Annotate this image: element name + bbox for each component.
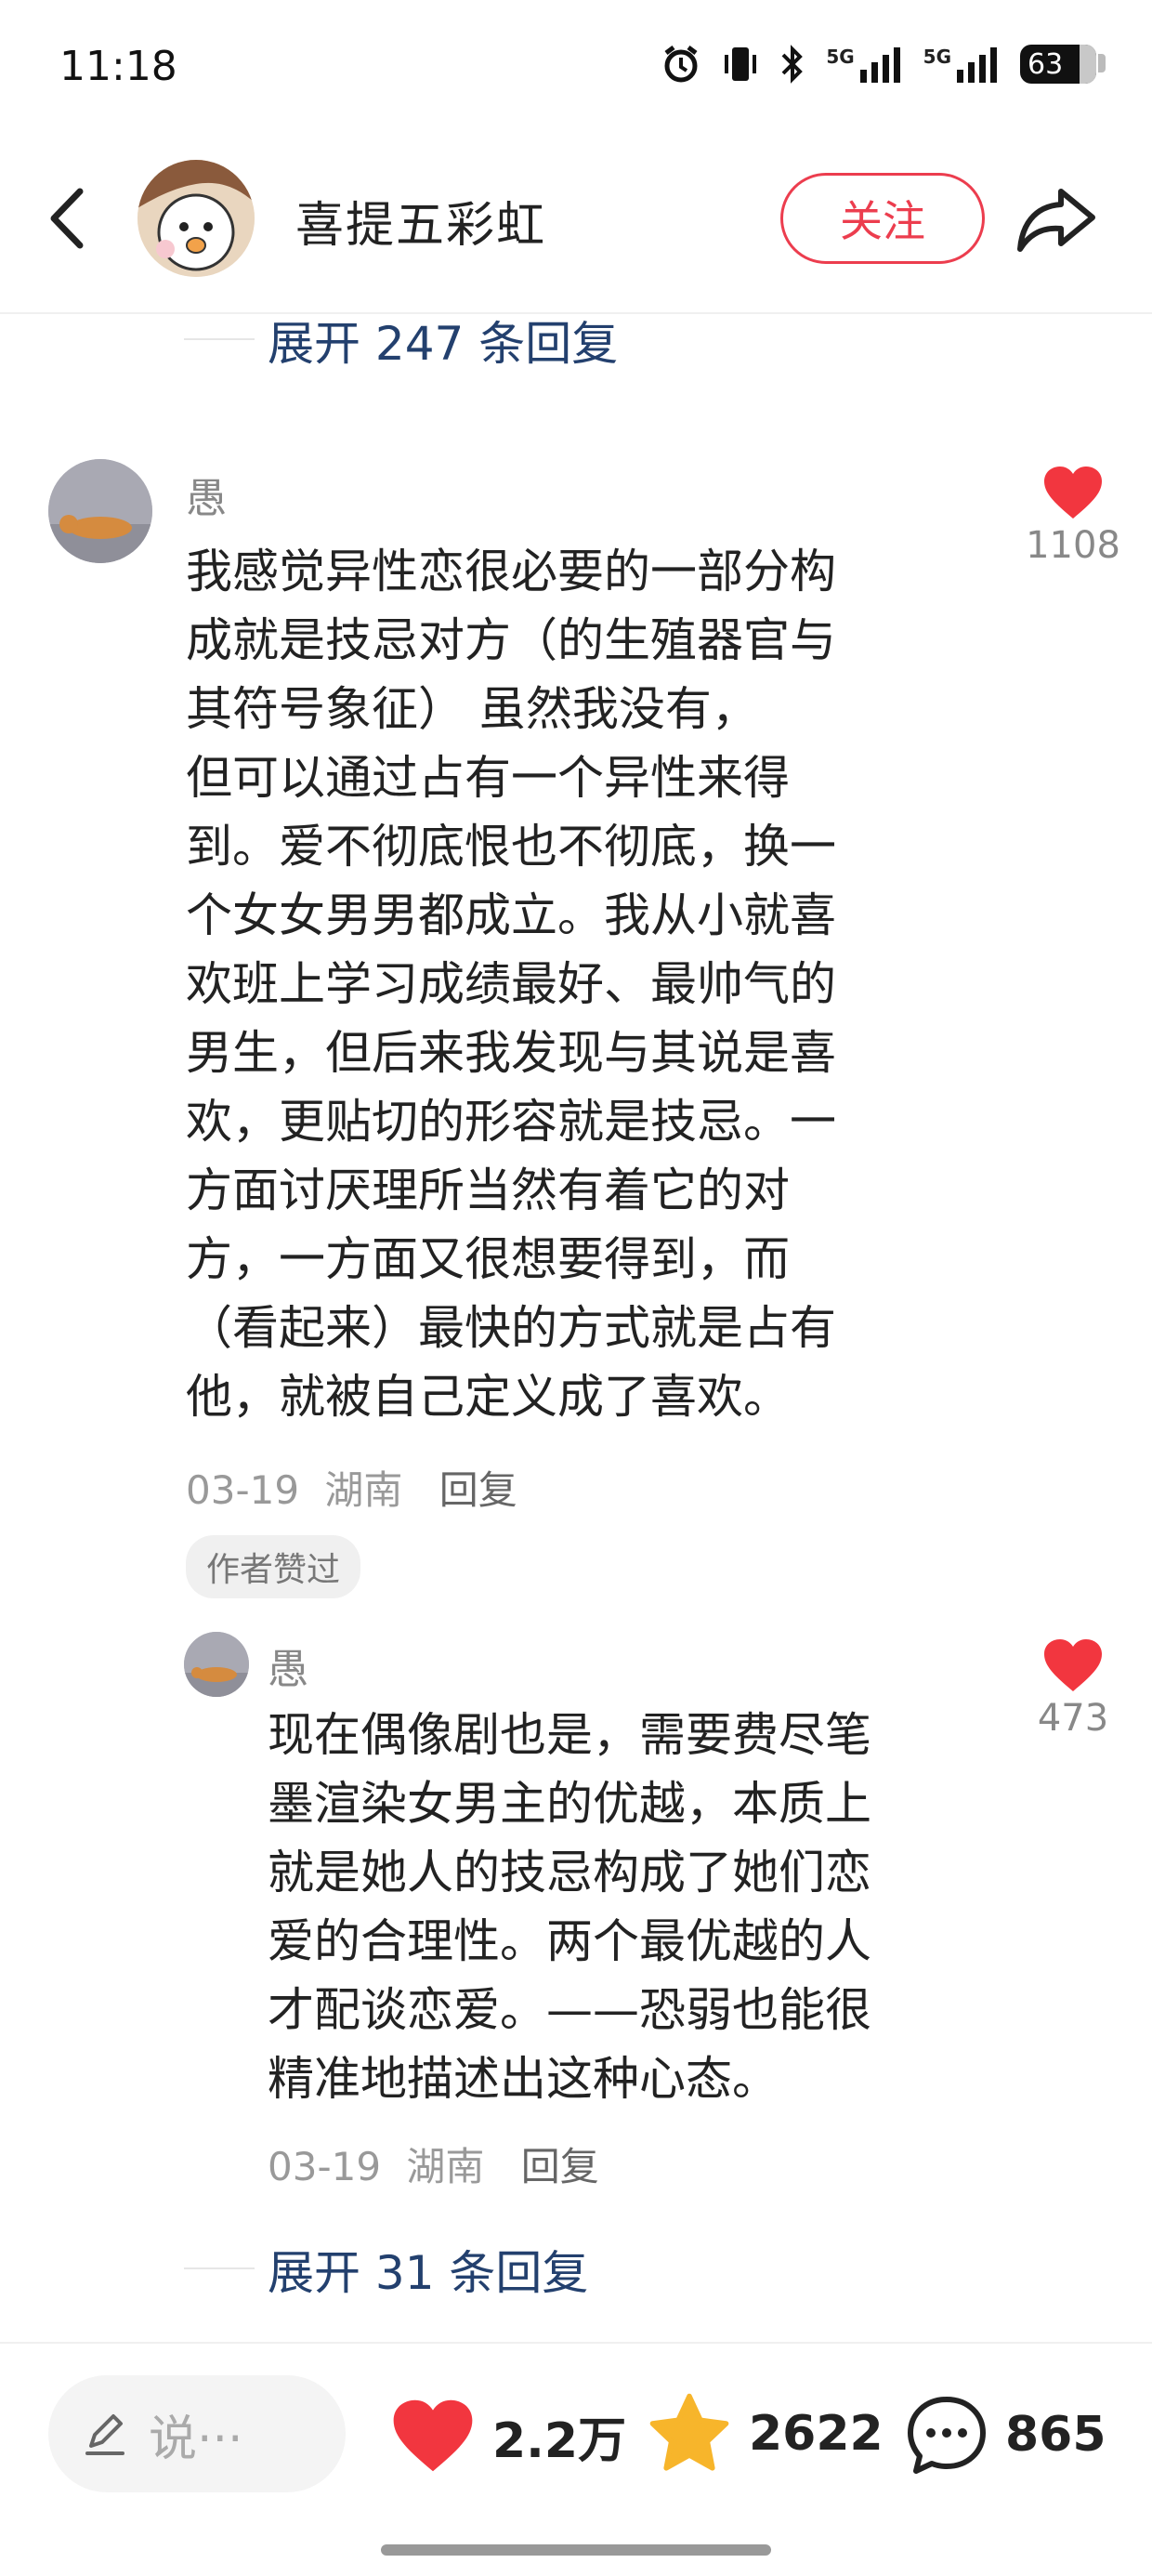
comment-line: 个女女男男都成立。我从小就喜 <box>186 888 836 942</box>
comment-line: 成就是技忌对方（的生殖器官与 <box>186 613 836 667</box>
comment-location: 湖南 <box>324 1467 403 1513</box>
status-icons: 5G 5G 63 <box>661 41 1106 87</box>
heart-icon <box>1044 467 1102 519</box>
favorite-stat-button[interactable]: 2622 <box>647 2392 884 2476</box>
comment-text: 我感觉异性恋很必要的一部分构 成就是技忌对方（的生殖器官与 其符号象征） 虽然我… <box>186 537 948 1431</box>
comment-line: 其符号象征） 虽然我没有， <box>186 682 758 736</box>
status-time: 11:18 <box>59 43 177 90</box>
star-icon <box>649 2393 729 2471</box>
author-name[interactable]: 喜提五彩虹 <box>295 186 546 256</box>
comment-line: 但可以通过占有一个异性来得 <box>186 751 790 805</box>
reply-text: 现在偶像剧也是，需要费尽笔 墨渲染女男主的优越，本质上 就是她人的技忌构成了她们… <box>268 1701 974 2113</box>
reply-reply-button[interactable]: 回复 <box>521 2144 599 2189</box>
reply-like-count: 473 <box>1037 1697 1109 1740</box>
signal-1-label: 5G <box>826 46 855 68</box>
comment-date: 03-19 <box>186 1467 300 1513</box>
reply-date: 03-19 <box>268 2144 382 2189</box>
bluetooth-icon <box>781 45 804 84</box>
signal-2: 5G <box>923 46 1000 83</box>
comment-line: 我感觉异性恋很必要的一部分构 <box>186 545 836 598</box>
comment-input-placeholder: 说··· <box>149 2411 243 2467</box>
vibrate-icon <box>725 47 757 81</box>
signal-bars-icon <box>859 47 900 83</box>
follow-button[interactable]: 关注 <box>780 173 985 264</box>
comment-line: 欢，更贴切的形容就是技忌。一 <box>186 1095 836 1149</box>
pencil-icon <box>85 2414 124 2455</box>
cat-photo-avatar <box>184 1632 249 1697</box>
expand-divider <box>184 2267 255 2269</box>
heart-icon <box>1044 1639 1102 1691</box>
reply-meta: 03-19 湖南 回复 <box>268 2136 599 2192</box>
reply-line: 墨渲染女男主的优越，本质上 <box>268 1777 871 1831</box>
favorite-total: 2622 <box>749 2406 884 2462</box>
comment-total: 865 <box>1005 2407 1106 2463</box>
reply-line: 现在偶像剧也是，需要费尽笔 <box>268 1708 871 1762</box>
comment-icon <box>908 2397 986 2474</box>
reply-location: 湖南 <box>406 2144 485 2189</box>
share-icon <box>1017 189 1095 252</box>
back-button[interactable] <box>37 182 102 255</box>
comment-line: （看起来）最快的方式就是占有 <box>186 1301 836 1355</box>
comment-like-button[interactable]: 1108 <box>1022 465 1124 567</box>
cat-photo-avatar <box>48 459 152 563</box>
alarm-icon <box>664 46 698 83</box>
comment-input[interactable]: 说··· <box>48 2375 346 2492</box>
comment-line: 到。爱不彻底恨也不彻底，换一 <box>186 820 836 874</box>
comment-line: 欢班上学习成绩最好、最帅气的 <box>186 957 836 1011</box>
expand-replies-link[interactable]: 展开 247 条回复 <box>268 307 618 374</box>
reply-line: 爱的合理性。两个最优越的人 <box>268 1914 871 1968</box>
comment-reply-button[interactable]: 回复 <box>439 1467 517 1513</box>
reply-like-button[interactable]: 473 <box>1022 1637 1124 1740</box>
signal-1: 5G <box>826 46 902 83</box>
like-stat-button[interactable]: 2.2万 <box>390 2398 626 2474</box>
comment-line: 男生，但后来我发现与其说是喜 <box>186 1026 836 1080</box>
battery-level: 63 <box>1028 47 1064 81</box>
expand-divider <box>184 338 255 340</box>
comment-stat-button[interactable]: 865 <box>905 2394 1106 2476</box>
author-avatar[interactable] <box>137 160 255 277</box>
comment-line: 他，就被自己定义成了喜欢。 <box>186 1370 790 1424</box>
back-icon <box>50 188 84 249</box>
comment-like-count: 1108 <box>1026 524 1120 567</box>
heart-icon <box>393 2399 473 2472</box>
reply-author-name[interactable]: 愚 <box>268 1636 308 1695</box>
comment-meta: 03-19 湖南 回复 <box>186 1459 517 1516</box>
comment-line: 方面讨厌理所当然有着它的对 <box>186 1163 790 1217</box>
avatar-illustration <box>137 160 255 277</box>
reply-avatar[interactable] <box>184 1632 249 1697</box>
comment-author-name[interactable]: 愚 <box>186 465 227 524</box>
signal-bars-icon <box>957 47 997 83</box>
bottom-bar-divider <box>0 2342 1152 2344</box>
like-total: 2.2万 <box>492 2412 627 2469</box>
comment-line: 方，一方面又很想要得到，而 <box>186 1232 790 1286</box>
comment-avatar[interactable] <box>48 459 152 563</box>
battery-indicator: 63 <box>1020 45 1106 84</box>
reply-line: 才配谈恋爱。——恐弱也能很 <box>268 1983 871 2037</box>
expand-replies-link[interactable]: 展开 31 条回复 <box>268 2236 588 2303</box>
home-indicator[interactable] <box>381 2544 771 2556</box>
signal-2-label: 5G <box>923 46 951 68</box>
reply-line: 精准地描述出这种心态。 <box>268 2052 779 2106</box>
author-liked-badge: 作者赞过 <box>186 1535 361 1598</box>
reply-line: 就是她人的技忌构成了她们恋 <box>268 1846 871 1899</box>
share-button[interactable] <box>1015 182 1098 256</box>
